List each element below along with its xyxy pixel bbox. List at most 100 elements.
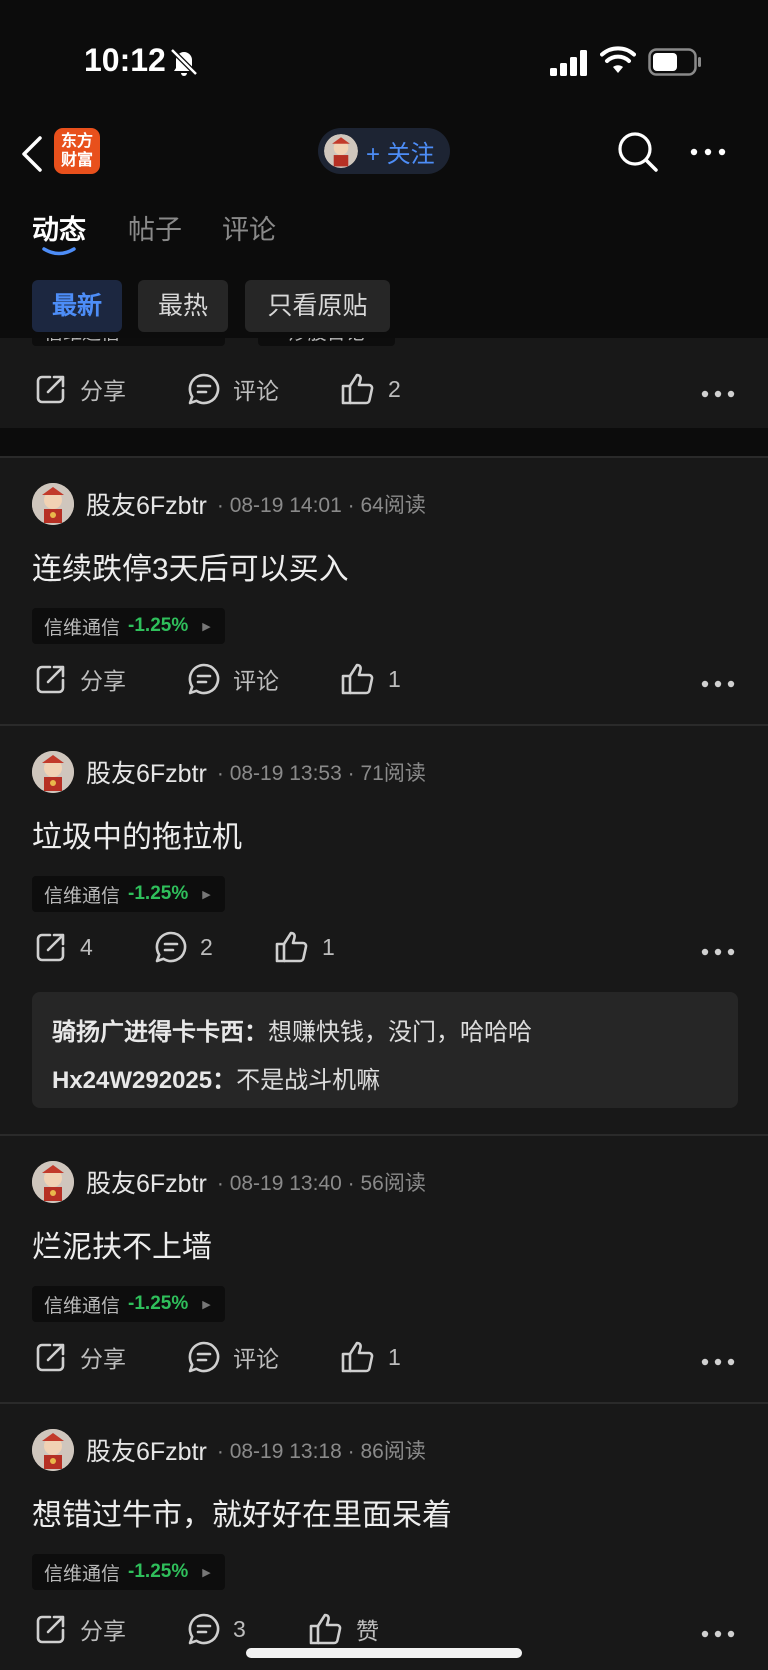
post-text[interactable]: 连续跌停3天后可以买入 <box>32 544 349 588</box>
post-actions: 分享 评论 1 <box>0 662 768 706</box>
post-card[interactable]: 股友6Fzbtr · 08-19 13:40 · 56阅读 烂泥扶不上墙 信维通… <box>0 1136 768 1402</box>
post-meta: · 08-19 13:40 · 56阅读 <box>216 1172 426 1195</box>
comment-button[interactable]: 2 <box>154 930 213 964</box>
like-count: 1 <box>388 665 401 692</box>
tab-comments[interactable]: 评论 <box>222 208 276 247</box>
chevron-right-icon: ▶ <box>202 1298 211 1311</box>
post-meta: · 08-19 13:53 · 71阅读 <box>216 762 426 785</box>
comment-icon <box>188 1613 220 1645</box>
post-text[interactable]: 想错过牛市，就好好在里面呆着 <box>32 1490 452 1534</box>
bell-muted-icon <box>170 48 198 76</box>
share-button[interactable]: 分享 <box>34 662 126 696</box>
logo-line: 财富 <box>60 152 93 169</box>
stock-tag[interactable]: 信维通信 -1.25% ▶ <box>32 876 225 912</box>
like-button[interactable]: 1 <box>340 1340 401 1374</box>
wifi-icon <box>600 46 636 73</box>
filter-latest[interactable]: 最新 <box>32 280 122 332</box>
comment-icon <box>155 931 187 963</box>
reply-user[interactable]: Hx24W292025： <box>52 1067 236 1094</box>
back-icon[interactable] <box>18 134 46 174</box>
post-card[interactable]: 股友6Fzbtr · 08-19 14:01 · 64阅读 连续跌停3天后可以买… <box>0 458 768 724</box>
post-header: 股友6Fzbtr · 08-19 13:40 · 56阅读 <box>32 1160 426 1204</box>
stock-name: 信维通信 <box>44 885 121 907</box>
share-button[interactable]: 分享 <box>34 1340 126 1374</box>
follow-button[interactable]: + 关注 <box>318 128 450 174</box>
like-button[interactable]: 2 <box>340 372 401 406</box>
comment-button[interactable]: 3 <box>187 1612 246 1646</box>
comment-button[interactable]: 评论 <box>187 662 279 696</box>
username[interactable]: 股友6Fzbtr <box>86 754 207 790</box>
comment-icon <box>188 1341 220 1373</box>
more-icon[interactable] <box>700 947 736 957</box>
post-time: 08-19 13:40 <box>229 1172 342 1195</box>
like-button[interactable]: 赞 <box>308 1612 379 1646</box>
stock-tag[interactable]: 信维通信 -1.25% ▶ <box>32 1554 225 1590</box>
avatar[interactable] <box>32 751 74 793</box>
avatar <box>324 134 358 168</box>
filter-hot[interactable]: 最热 <box>138 280 228 332</box>
post-text[interactable]: 烂泥扶不上墙 <box>32 1222 212 1266</box>
stock-tag[interactable]: 信维通信 -1.25% ▶ <box>32 1286 225 1322</box>
read-count: 56阅读 <box>360 1172 426 1195</box>
post-card[interactable]: 股友6Fzbtr · 08-19 13:18 · 86阅读 想错过牛市，就好好在… <box>0 1404 768 1670</box>
share-label: 分享 <box>80 1346 126 1372</box>
like-icon <box>341 1341 374 1373</box>
logo-line: 东方 <box>60 133 93 150</box>
like-count: 2 <box>388 375 401 402</box>
stock-change: -1.25% <box>128 883 189 904</box>
search-icon[interactable] <box>616 130 660 174</box>
filter-original-only[interactable]: 只看原贴 <box>245 280 390 332</box>
stock-name: 信维通信 <box>44 1295 121 1317</box>
like-count: 1 <box>388 1343 401 1370</box>
reply-item: 骑扬广进得卡卡西：想赚快钱，没门，哈哈哈 <box>52 1012 532 1047</box>
avatar[interactable] <box>32 483 74 525</box>
reply-item: Hx24W292025：不是战斗机嘛 <box>52 1060 380 1095</box>
avatar-image <box>32 1161 74 1203</box>
like-button[interactable]: 1 <box>340 662 401 696</box>
read-count: 64阅读 <box>360 494 426 517</box>
stock-name: 信维通信 <box>44 1563 121 1585</box>
tab-dynamic[interactable]: 动态 <box>32 208 86 247</box>
home-indicator <box>246 1648 522 1658</box>
comment-count: 3 <box>233 1615 246 1642</box>
like-icon <box>341 373 374 405</box>
share-button[interactable]: 分享 <box>34 1612 126 1646</box>
comment-label: 评论 <box>233 1346 279 1372</box>
share-button[interactable]: 4 <box>34 930 93 964</box>
more-icon[interactable] <box>700 1357 736 1367</box>
post-time: 08-19 14:01 <box>229 494 342 517</box>
post-card[interactable]: 股友6Fzbtr · 08-19 13:53 · 71阅读 垃圾中的拖拉机 信维… <box>0 726 768 1134</box>
reply-text: 想赚快钱，没门，哈哈哈 <box>268 1019 532 1046</box>
post-actions: 4 2 1 <box>0 930 768 974</box>
like-button[interactable]: 1 <box>274 930 335 964</box>
post-meta: · 08-19 14:01 · 64阅读 <box>216 494 426 517</box>
reply-user[interactable]: 骑扬广进得卡卡西： <box>52 1019 268 1046</box>
avatar-image <box>32 751 74 793</box>
reply-preview[interactable]: 骑扬广进得卡卡西：想赚快钱，没门，哈哈哈 Hx24W292025：不是战斗机嘛 <box>32 992 738 1108</box>
more-icon[interactable] <box>688 142 728 162</box>
username[interactable]: 股友6Fzbtr <box>86 486 207 522</box>
chevron-right-icon: ▶ <box>202 888 211 901</box>
stock-change: -1.25% <box>128 615 189 636</box>
status-time: 10:12 <box>84 42 166 78</box>
share-icon <box>36 1615 65 1644</box>
comment-button[interactable]: 评论 <box>187 372 279 406</box>
share-button[interactable]: 分享 <box>34 372 126 406</box>
stock-tag[interactable]: 信维通信 -1.25% ▶ <box>32 608 225 644</box>
avatar[interactable] <box>32 1429 74 1471</box>
post-text[interactable]: 垃圾中的拖拉机 <box>32 812 242 856</box>
avatar-image <box>32 1429 74 1471</box>
tab-posts[interactable]: 帖子 <box>128 208 182 247</box>
like-label: 赞 <box>356 1618 379 1644</box>
username[interactable]: 股友6Fzbtr <box>86 1164 207 1200</box>
comment-label: 评论 <box>233 668 279 694</box>
more-icon[interactable] <box>700 679 736 689</box>
more-icon[interactable] <box>700 1629 736 1639</box>
like-icon <box>309 1613 342 1645</box>
comment-button[interactable]: 评论 <box>187 1340 279 1374</box>
read-count: 71阅读 <box>360 762 426 785</box>
more-icon[interactable] <box>700 389 736 399</box>
status-bar: 10:12 <box>0 0 768 120</box>
avatar[interactable] <box>32 1161 74 1203</box>
username[interactable]: 股友6Fzbtr <box>86 1432 207 1468</box>
